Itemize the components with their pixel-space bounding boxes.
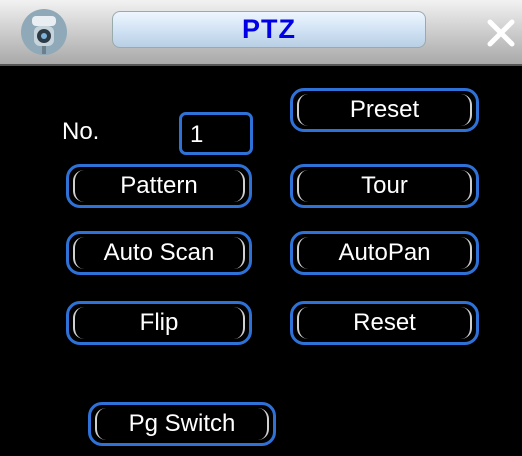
title-bar: PTZ: [0, 0, 522, 66]
close-icon: [487, 19, 515, 47]
preset-button[interactable]: Preset: [290, 88, 479, 132]
window-title: PTZ: [242, 14, 296, 44]
flip-button[interactable]: Flip: [66, 301, 252, 345]
auto-scan-button-label: Auto Scan: [103, 239, 215, 266]
pattern-button-label: Pattern: [120, 172, 198, 199]
preset-button-label: Preset: [349, 96, 420, 123]
pg-switch-button-label: Pg Switch: [128, 410, 236, 437]
no-label: No.: [62, 118, 100, 145]
no-input[interactable]: 1: [179, 112, 253, 155]
flip-button-label: Flip: [139, 309, 179, 336]
autopan-button-label: AutoPan: [338, 239, 431, 266]
tour-button-label: Tour: [361, 172, 408, 199]
camera-icon: [21, 9, 67, 55]
reset-button-label: Reset: [353, 309, 416, 336]
tour-button[interactable]: Tour: [290, 164, 479, 208]
close-button[interactable]: [484, 16, 518, 50]
ptz-dialog: PTZ No. 1 Preset Pattern Tour Auto Scan …: [0, 0, 522, 456]
pg-switch-button[interactable]: Pg Switch: [88, 402, 276, 446]
pattern-button[interactable]: Pattern: [66, 164, 252, 208]
auto-scan-button[interactable]: Auto Scan: [66, 231, 252, 275]
title-bar-label: PTZ: [112, 11, 426, 48]
reset-button[interactable]: Reset: [290, 301, 479, 345]
autopan-button[interactable]: AutoPan: [290, 231, 479, 275]
